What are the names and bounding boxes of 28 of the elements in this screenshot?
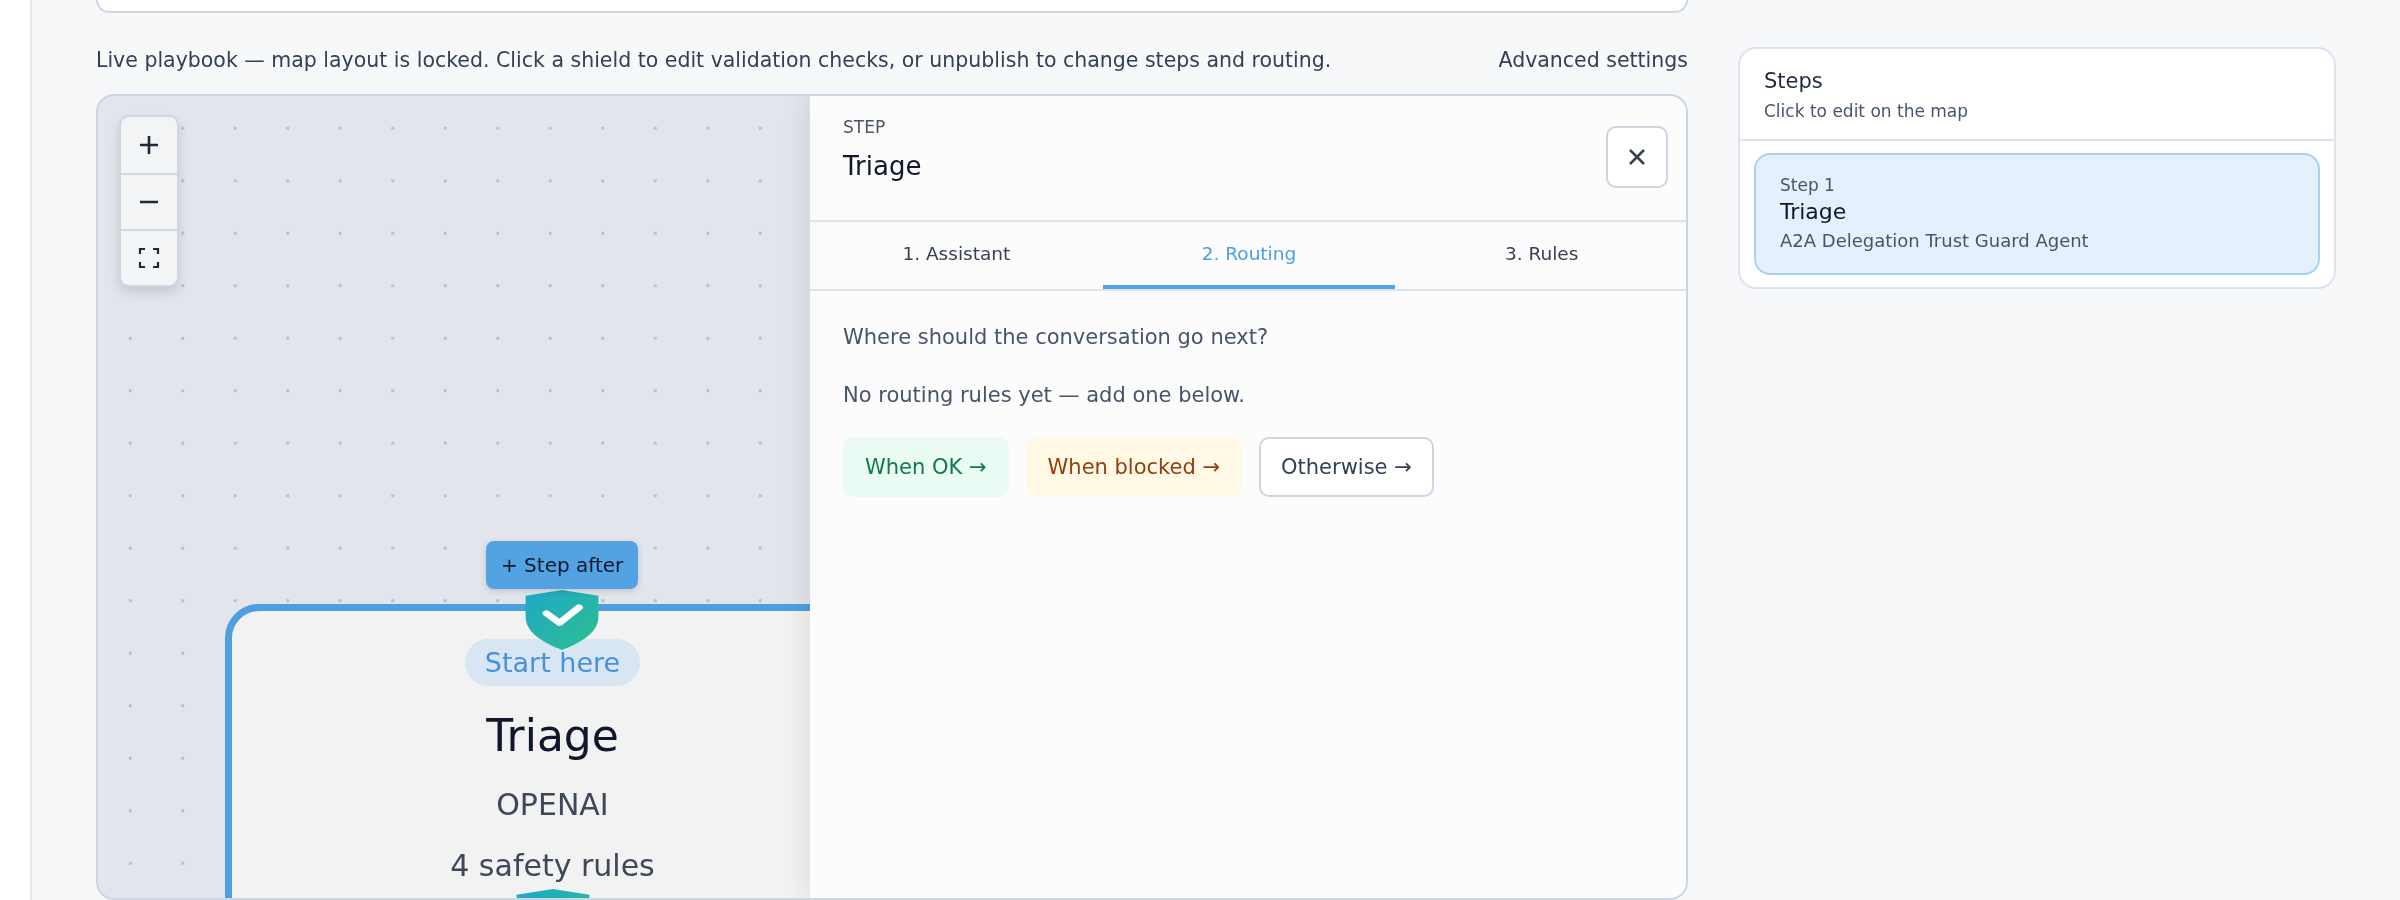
node-provider: OPENAI [496, 786, 609, 822]
close-button[interactable] [1606, 125, 1668, 188]
route-button[interactable]: When blocked → [1025, 436, 1243, 497]
fit-view-icon [138, 246, 160, 269]
steps-subtitle: Click to edit on the map [1764, 101, 1970, 121]
panel-eyebrow: STEP [843, 116, 887, 137]
panel-title: Triage [843, 150, 922, 181]
panel-tab[interactable]: 1. Assistant [810, 221, 1103, 289]
step-agent: A2A Delegation Trust Guard Agent [1780, 230, 2090, 251]
step-item[interactable]: Step 1 Triage A2A Delegation Trust Guard Agent [1754, 153, 2320, 275]
step-title: Triage [1780, 199, 1848, 224]
node-rules: 4 safety rules [450, 847, 655, 883]
steps-title: Steps [1764, 69, 1824, 93]
shield-check-icon[interactable] [523, 589, 601, 650]
route-button[interactable]: When OK → [843, 436, 1009, 497]
close-icon [1627, 146, 1647, 167]
minus-icon [138, 199, 160, 204]
notice-text: Live playbook — map layout is locked. Click a shield to edit validation checks, or unpublish to change steps and routing. [96, 48, 1332, 73]
empty-note: No routing rules yet — add one below. [843, 382, 1246, 407]
plus-icon [138, 133, 160, 156]
step-number: Step 1 [1780, 175, 1836, 195]
advanced-settings-link[interactable]: Advanced settings [1498, 48, 1688, 73]
panel-tab[interactable]: 3. Rules [1395, 221, 1686, 289]
node-title: Triage [486, 709, 619, 761]
step-after-button[interactable]: + Step after [486, 540, 639, 589]
routing-question: Where should the conversation go next? [843, 324, 1270, 349]
start-badge: Start here [464, 638, 641, 686]
route-button[interactable]: Otherwise → [1259, 436, 1434, 497]
